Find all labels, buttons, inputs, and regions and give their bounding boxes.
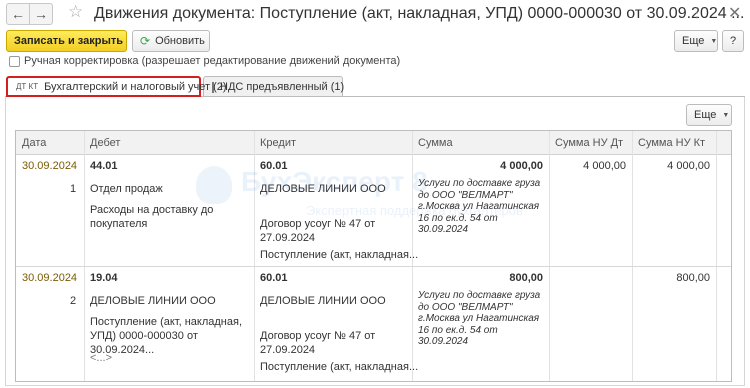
more-menu-button[interactable]: Еще ▼: [674, 30, 718, 52]
table-row[interactable]: 30.09.2024 2 19.04 ДЕЛОВЫЕ ЛИНИИ ООО Пос…: [16, 267, 731, 381]
save-and-close-button[interactable]: Записать и закрыть: [6, 30, 127, 52]
manual-edit-label: Ручная корректировка (разрешает редактир…: [24, 55, 401, 67]
manual-edit-checkbox[interactable]: [9, 56, 20, 67]
forward-button[interactable]: →: [29, 3, 53, 25]
credit-subconto-3: Поступление (акт, накладная...: [260, 361, 419, 373]
col-date[interactable]: Дата: [22, 137, 46, 149]
tab-vat-label: НДС предъявленный (1): [220, 81, 345, 93]
credit-account: 60.01: [260, 160, 288, 172]
row-number: 1: [70, 183, 77, 195]
credit-subconto-3: Поступление (акт, накладная...: [260, 249, 419, 261]
chevron-down-icon: ▼: [722, 111, 730, 119]
row-content: Услуги по доставке груза до ООО "ВЕЛМАРТ…: [418, 178, 541, 235]
col-nu-dt[interactable]: Сумма НУ Дт: [555, 137, 623, 149]
chevron-down-icon: ▼: [710, 37, 718, 45]
credit-subconto-1: ДЕЛОВЫЕ ЛИНИИ ООО: [260, 183, 386, 195]
col-amount[interactable]: Сумма: [418, 137, 453, 149]
credit-subconto-2: Договор усоуг № 47 от 27.09.2024: [260, 330, 376, 356]
back-button[interactable]: ←: [6, 3, 30, 25]
close-icon[interactable]: ✕: [728, 3, 741, 23]
row-nu-kt: 800,00: [676, 272, 710, 284]
debit-account: 19.04: [90, 272, 118, 284]
movements-table: Дата Дебет Кредит Сумма Сумма НУ Дт Сумм…: [15, 130, 732, 382]
table-header: Дата Дебет Кредит Сумма Сумма НУ Дт Сумм…: [16, 131, 731, 155]
row-number: 2: [70, 295, 77, 307]
panel-more-label: Еще: [694, 109, 717, 121]
row-date: 30.09.2024: [22, 272, 78, 284]
favorite-star-icon[interactable]: ☆: [68, 2, 83, 22]
save-and-close-label: Записать и закрыть: [14, 35, 124, 47]
debit-subconto-1: ДЕЛОВЫЕ ЛИНИИ ООО: [90, 295, 216, 307]
help-button[interactable]: ?: [722, 30, 744, 52]
debit-account: 44.01: [90, 160, 118, 172]
refresh-icon: ⟳: [140, 34, 151, 48]
title-bar: ← → ☆ Движения документа: Поступление (а…: [0, 0, 750, 28]
debit-subconto-1: Отдел продаж: [90, 183, 163, 195]
row-date: 30.09.2024: [22, 160, 78, 172]
debit-subconto-3: <...>: [90, 352, 113, 364]
accounting-icon: ДТ КТ: [16, 81, 39, 91]
col-nu-kt[interactable]: Сумма НУ Кт: [638, 137, 705, 149]
arrow-left-icon: ←: [11, 6, 25, 22]
debit-subconto-2: Поступление (акт, накладная, УПД) 0000-0…: [90, 316, 243, 356]
window-title: Движения документа: Поступление (акт, на…: [94, 5, 745, 22]
arrow-right-icon: →: [34, 6, 48, 22]
credit-subconto-1: ДЕЛОВЫЕ ЛИНИИ ООО: [260, 295, 386, 307]
help-label: ?: [729, 35, 737, 47]
col-debit[interactable]: Дебет: [90, 137, 120, 149]
refresh-button[interactable]: ⟳ Обновить: [132, 30, 210, 52]
more-vertical-icon[interactable]: ⋮: [690, 4, 704, 21]
col-credit[interactable]: Кредит: [260, 137, 296, 149]
row-nu-dt: 4 000,00: [583, 160, 626, 172]
row-amount: 800,00: [509, 272, 543, 284]
credit-subconto-2: Договор усоуг № 47 от 27.09.2024: [260, 218, 376, 244]
row-content: Услуги по доставке груза до ООО "ВЕЛМАРТ…: [418, 290, 541, 347]
row-amount: 4 000,00: [500, 160, 543, 172]
tab-accounting[interactable]: ДТ КТ Бухгалтерский и налоговый учет (2): [6, 76, 227, 97]
panel-more-button[interactable]: Еще ▼: [686, 104, 732, 126]
refresh-label: Обновить: [155, 35, 205, 47]
tab-accounting-label: Бухгалтерский и налоговый учет (2): [44, 80, 227, 93]
more-label: Еще: [682, 35, 705, 47]
table-row[interactable]: 30.09.2024 1 44.01 Отдел продаж Расходы …: [16, 155, 731, 267]
debit-subconto-2: Расходы на доставку до покупателя: [90, 204, 214, 230]
row-nu-kt: 4 000,00: [667, 160, 710, 172]
credit-account: 60.01: [260, 272, 288, 284]
